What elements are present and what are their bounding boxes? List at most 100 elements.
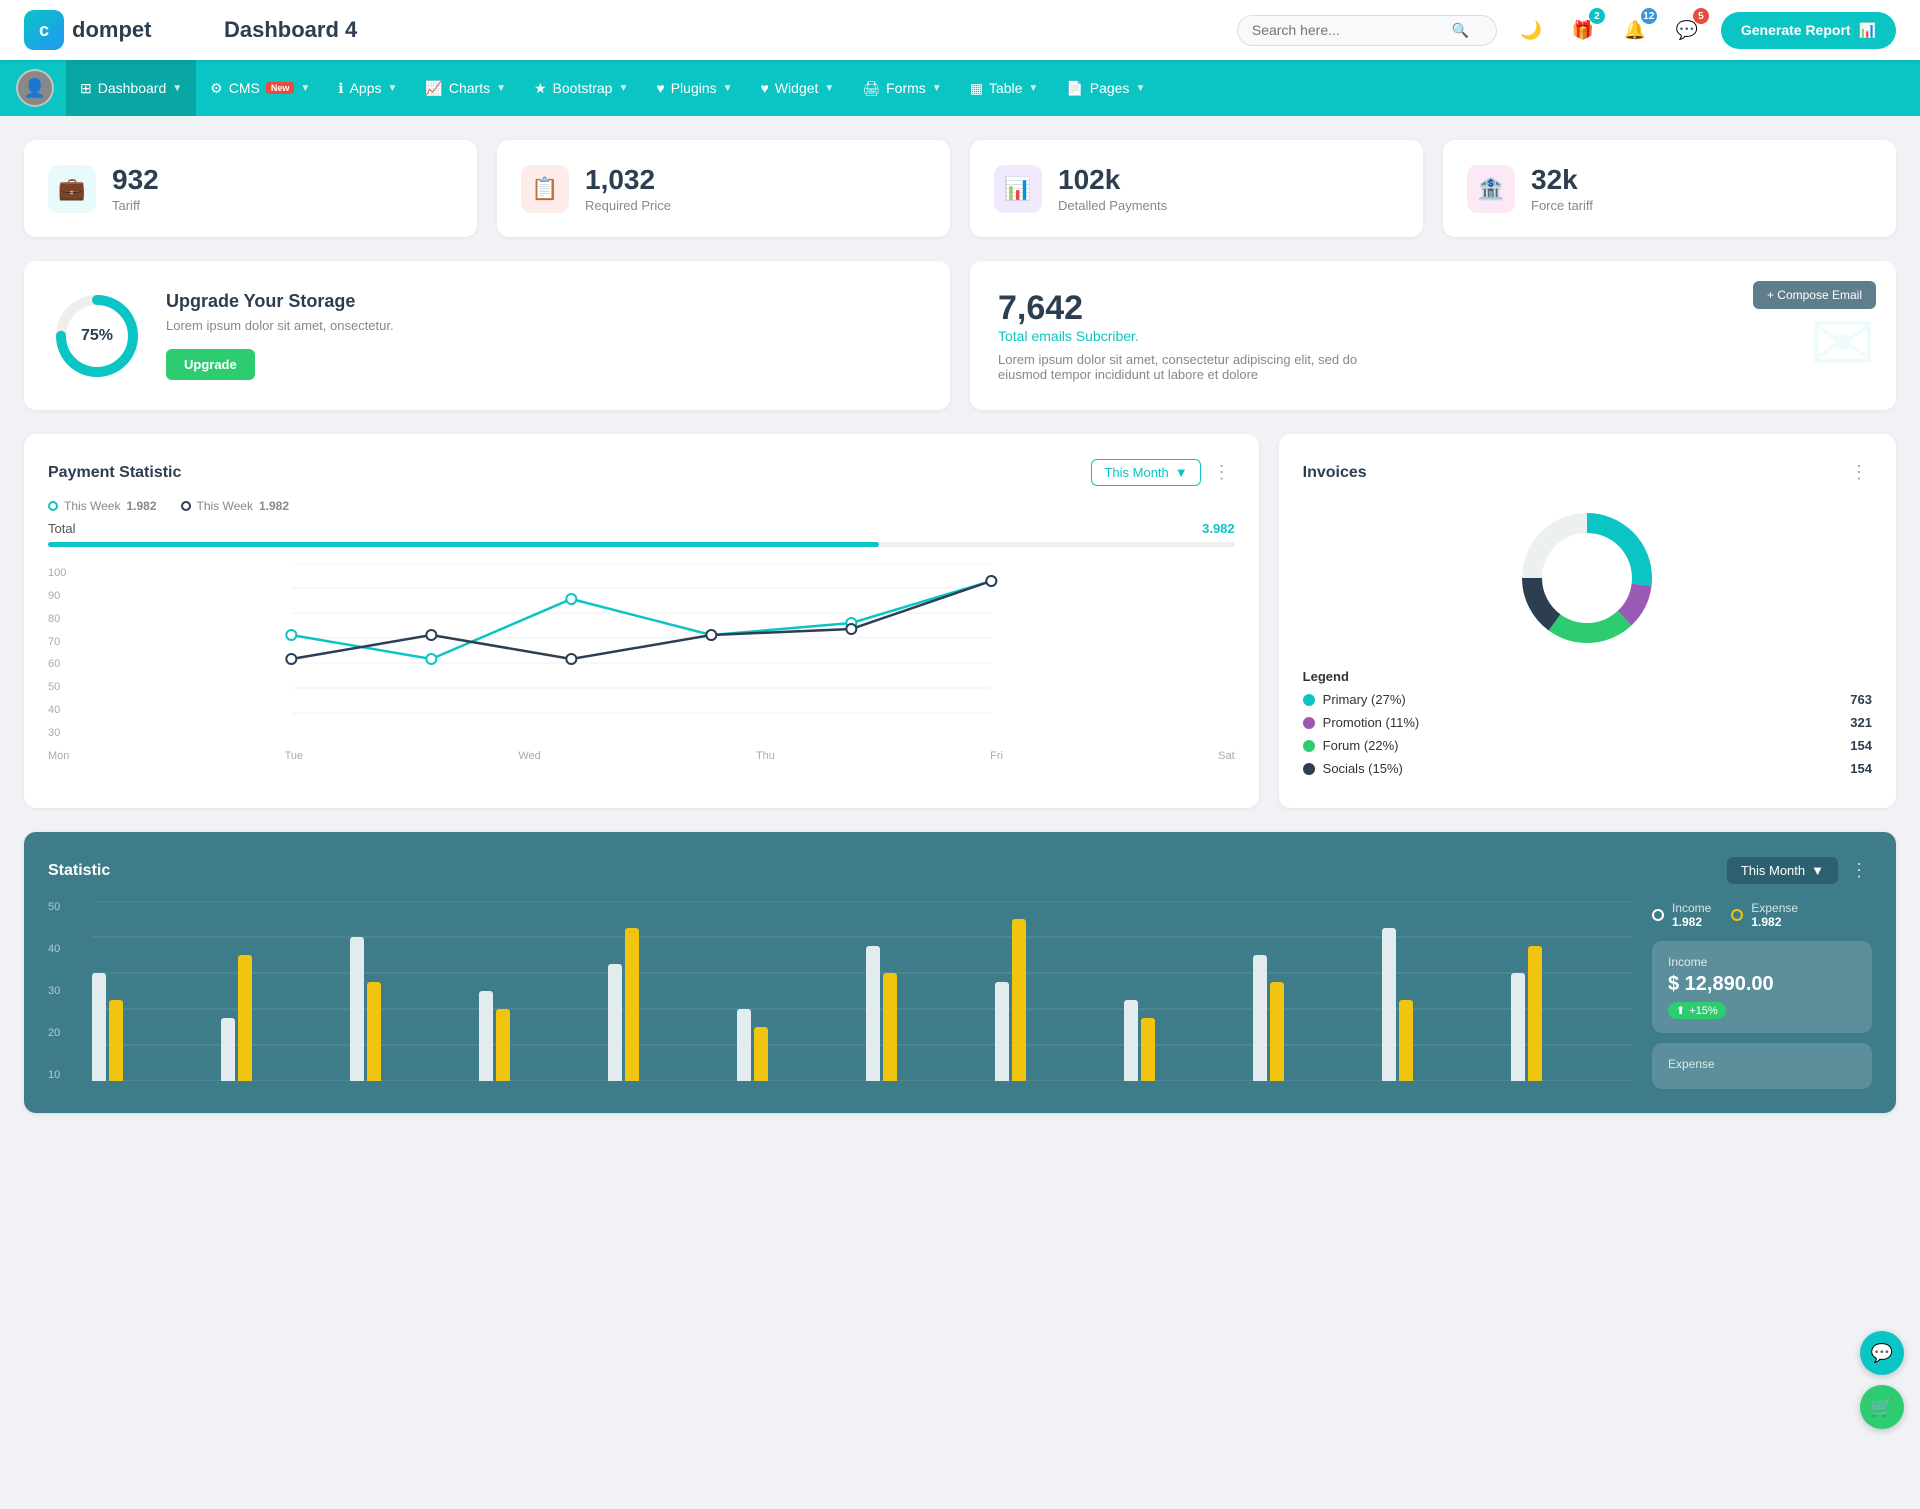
bar-yellow [1012, 919, 1026, 1081]
search-area: 🔍 [1237, 15, 1497, 46]
payment-more-icon[interactable]: ⋮ [1209, 458, 1235, 487]
bar-yellow [367, 982, 381, 1081]
chat-icon-btn[interactable]: 💬 5 [1669, 12, 1705, 48]
nav-item-pages[interactable]: 📄 Pages ▼ [1052, 60, 1159, 116]
statistic-card: Statistic This Month ▼ ⋮ 50 40 30 20 10 [24, 832, 1896, 1113]
gift-icon-btn[interactable]: 🎁 2 [1565, 12, 1601, 48]
bar-white [1382, 928, 1396, 1081]
payment-filter-button[interactable]: This Month ▼ [1091, 459, 1200, 486]
legend-color-promotion [1303, 717, 1315, 729]
required-price-icon: 📋 [521, 165, 569, 213]
detailed-payments-value: 102k [1058, 164, 1167, 196]
support-float-button[interactable]: 💬 [1860, 1331, 1904, 1375]
pages-nav-icon: 📄 [1066, 80, 1083, 97]
legend-header: Legend [1303, 669, 1872, 684]
expense-legend-dot [1731, 909, 1743, 921]
bar-white [1511, 973, 1525, 1081]
statistic-month-filter-button[interactable]: This Month ▼ [1727, 857, 1838, 884]
widget-chevron-icon: ▼ [824, 83, 834, 94]
stat-card-detailed-payments: 📊 102k Detalled Payments [970, 140, 1423, 237]
required-price-value: 1,032 [585, 164, 671, 196]
filter-chevron-icon: ▼ [1175, 465, 1188, 480]
generate-report-button[interactable]: Generate Report 📊 [1721, 12, 1896, 49]
legend-row-socials: Socials (15%) 154 [1303, 761, 1872, 776]
widget-nav-icon: ♥ [761, 80, 769, 96]
chart-invoices-row: Payment Statistic This Month ▼ ⋮ This We… [24, 434, 1896, 808]
email-count: 7,642 [998, 289, 1868, 328]
statistic-body: 50 40 30 20 10 [48, 901, 1872, 1089]
nav-item-apps[interactable]: ℹ Apps ▼ [324, 60, 411, 116]
bar-yellow [1528, 946, 1542, 1081]
invoices-legend: Legend Primary (27%) 763 Promotion (11%)… [1303, 669, 1872, 776]
table-chevron-icon: ▼ [1028, 83, 1038, 94]
progress-bar [48, 542, 1235, 547]
upgrade-button[interactable]: Upgrade [166, 349, 255, 380]
invoices-more-icon[interactable]: ⋮ [1846, 458, 1872, 487]
income-badge: ⬆ +15% [1668, 1002, 1726, 1019]
bar-group [1124, 1000, 1245, 1081]
stat-card-info: 32k Force tariff [1531, 164, 1593, 213]
nav-item-cms[interactable]: ⚙ CMS New ▼ [196, 60, 324, 116]
bar-group [737, 1009, 858, 1081]
bar-white [1124, 1000, 1138, 1081]
plugins-nav-icon: ♥ [656, 80, 664, 96]
force-tariff-icon: 🏦 [1467, 165, 1515, 213]
cms-chevron-icon: ▼ [300, 83, 310, 94]
floating-buttons: 💬 🛒 [1860, 1331, 1904, 1429]
nav-avatar: 👤 [16, 69, 54, 107]
bar-yellow [1141, 1018, 1155, 1081]
income-amount: $ 12,890.00 [1668, 973, 1856, 996]
stat-card-tariff: 💼 932 Tariff [24, 140, 477, 237]
total-row: Total 3.982 [48, 521, 1235, 536]
bar-white [866, 946, 880, 1081]
legend-row-forum: Forum (22%) 154 [1303, 738, 1872, 753]
bar-white [995, 982, 1009, 1081]
bar-white [221, 1018, 235, 1081]
storage-info: Upgrade Your Storage Lorem ipsum dolor s… [166, 291, 394, 380]
bell-icon-btn[interactable]: 🔔 12 [1617, 12, 1653, 48]
invoices-card: Invoices ⋮ [1279, 434, 1896, 808]
bar-chart-icon: 📊 [1859, 22, 1876, 39]
bar-white [608, 964, 622, 1081]
bar-yellow [238, 955, 252, 1081]
bar-group [995, 919, 1116, 1081]
bar-white [737, 1009, 751, 1081]
payment-statistic-card: Payment Statistic This Month ▼ ⋮ This We… [24, 434, 1259, 808]
income-box-label: Income [1668, 955, 1856, 969]
nav-item-bootstrap[interactable]: ★ Bootstrap ▼ [520, 60, 642, 116]
progress-fill [48, 542, 879, 547]
nav-item-dashboard[interactable]: ⊞ Dashboard ▼ [66, 60, 196, 116]
moon-icon-btn[interactable]: 🌙 [1513, 12, 1549, 48]
storage-desc: Lorem ipsum dolor sit amet, onsectetur. [166, 318, 394, 333]
storage-card: 75% Upgrade Your Storage Lorem ipsum dol… [24, 261, 950, 410]
statistic-more-icon[interactable]: ⋮ [1846, 856, 1872, 885]
action-float-button[interactable]: 🛒 [1860, 1385, 1904, 1429]
required-price-label: Required Price [585, 198, 671, 213]
legend-row: This Week 1.982 This Week 1.982 [48, 499, 1235, 513]
search-input[interactable] [1252, 22, 1452, 38]
payment-title: Payment Statistic [48, 464, 181, 482]
invoices-header: Invoices ⋮ [1303, 458, 1872, 487]
logo-text: dompet [72, 17, 151, 43]
force-tariff-label: Force tariff [1531, 198, 1593, 213]
apps-chevron-icon: ▼ [388, 83, 398, 94]
legend-item-1: This Week 1.982 [48, 499, 157, 513]
nav-item-widget[interactable]: ♥ Widget ▼ [747, 60, 849, 116]
bar-white [479, 991, 493, 1081]
bar-yellow [496, 1009, 510, 1081]
expense-legend-item: Expense 1.982 [1731, 901, 1798, 929]
detailed-payments-icon: 📊 [994, 165, 1042, 213]
nav-item-table[interactable]: ▦ Table ▼ [956, 60, 1053, 116]
bootstrap-nav-icon: ★ [534, 80, 547, 97]
nav-item-charts[interactable]: 📈 Charts ▼ [411, 60, 520, 116]
storage-title: Upgrade Your Storage [166, 291, 394, 312]
x-axis-labels: Mon Tue Wed Thu Fri Sat [48, 750, 1235, 762]
nav-item-forms[interactable]: 🖨 Forms ▼ [848, 60, 955, 116]
bar-yellow [1270, 982, 1284, 1081]
force-tariff-value: 32k [1531, 164, 1593, 196]
storage-donut-chart: 75% [52, 291, 142, 381]
payment-header: Payment Statistic This Month ▼ ⋮ [48, 458, 1235, 487]
search-icon[interactable]: 🔍 [1452, 22, 1469, 39]
detailed-payments-label: Detalled Payments [1058, 198, 1167, 213]
nav-item-plugins[interactable]: ♥ Plugins ▼ [642, 60, 746, 116]
